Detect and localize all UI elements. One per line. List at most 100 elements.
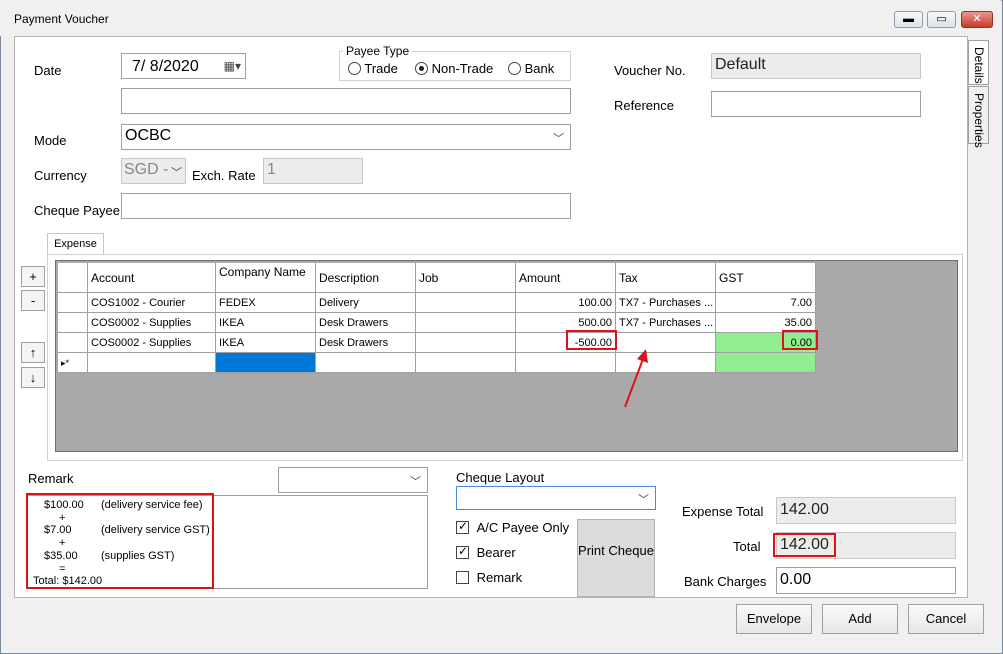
cheque-payee-field[interactable]: [121, 193, 571, 219]
new-cell-gst[interactable]: [716, 353, 816, 373]
header-job[interactable]: Job: [416, 263, 516, 293]
cell-tax[interactable]: TX7 - Purchases ...: [616, 313, 716, 333]
header-gst[interactable]: GST: [716, 263, 816, 293]
cell-job[interactable]: [416, 333, 516, 353]
exch-rate-label: Exch. Rate: [192, 168, 256, 183]
ac-payee-checkbox[interactable]: A/C Payee Only: [456, 519, 569, 535]
payee-type-trade[interactable]: Trade: [348, 61, 398, 76]
cell-account[interactable]: COS0002 - Supplies: [88, 333, 216, 353]
envelope-button[interactable]: Envelope: [736, 604, 812, 634]
tab-properties-label: Properties: [972, 93, 986, 148]
cell-amount[interactable]: 100.00: [516, 293, 616, 313]
voucher-no-value: Default: [715, 56, 766, 73]
row-header[interactable]: [58, 293, 88, 313]
cell-tax[interactable]: TX7 - Purchases ...: [616, 293, 716, 313]
voucher-no-field[interactable]: Default: [711, 53, 921, 79]
row-header[interactable]: [58, 313, 88, 333]
expense-grid[interactable]: Account Company Name Description Job Amo…: [55, 260, 958, 452]
bearer-check[interactable]: [456, 544, 469, 559]
header-amount[interactable]: Amount: [516, 263, 616, 293]
bearer-checkbox[interactable]: Bearer: [456, 544, 516, 560]
new-row-marker[interactable]: ▸*: [58, 353, 88, 373]
maximize-button[interactable]: ▭: [927, 11, 956, 28]
chevron-down-icon: ﹀: [553, 133, 564, 145]
add-button[interactable]: Add: [822, 604, 898, 634]
radio-bank[interactable]: [508, 62, 521, 75]
date-label: Date: [34, 63, 62, 78]
tab-properties[interactable]: Properties: [968, 86, 989, 148]
reference-field[interactable]: [711, 91, 921, 117]
chevron-down-icon: ﹀: [638, 494, 649, 506]
highlight-amount: [566, 330, 617, 350]
remove-row-button[interactable]: -: [21, 290, 45, 311]
new-cell-amount[interactable]: [516, 353, 616, 373]
payee-type-non-trade[interactable]: Non-Trade: [415, 61, 493, 76]
new-cell-job[interactable]: [416, 353, 516, 373]
remark-line: (delivery service fee): [101, 499, 203, 511]
payee-name-field[interactable]: [121, 88, 571, 114]
radio-trade-label: Trade: [364, 61, 398, 76]
cell-description[interactable]: Desk Drawers: [316, 333, 416, 353]
exch-rate-field[interactable]: 1: [263, 158, 363, 184]
total-label: Total: [733, 539, 761, 554]
cheque-layout-select[interactable]: ﹀: [456, 486, 656, 510]
cell-job[interactable]: [416, 293, 516, 313]
payee-type-legend: Payee Type: [343, 44, 413, 58]
red-arrow-icon: [624, 349, 648, 408]
cancel-button[interactable]: Cancel: [908, 604, 984, 634]
currency-label: Currency: [34, 168, 87, 183]
remark-checkbox[interactable]: Remark: [456, 570, 522, 585]
chevron-down-icon: ﹀: [171, 167, 182, 179]
exch-rate-value: 1: [267, 161, 276, 178]
minimize-button[interactable]: ▬: [894, 11, 923, 28]
date-picker[interactable]: 7/ 8/2020 ▦▾: [121, 53, 246, 79]
expense-total-label: Expense Total: [682, 504, 764, 519]
radio-non-trade[interactable]: [415, 62, 428, 75]
cell-company[interactable]: IKEA: [216, 313, 316, 333]
remark-line: (delivery service GST): [101, 524, 210, 536]
radio-trade[interactable]: [348, 62, 361, 75]
new-cell-company-selected[interactable]: [216, 353, 316, 373]
cell-gst[interactable]: 7.00: [716, 293, 816, 313]
remark-check[interactable]: [456, 571, 469, 584]
cell-description[interactable]: Desk Drawers: [316, 313, 416, 333]
grid-corner: [58, 263, 88, 293]
cell-description[interactable]: Delivery: [316, 293, 416, 313]
add-row-button[interactable]: +: [21, 266, 45, 287]
tab-details[interactable]: Details: [968, 40, 989, 85]
expense-total-field[interactable]: 142.00: [776, 497, 956, 524]
header-description[interactable]: Description: [316, 263, 416, 293]
payee-type-bank[interactable]: Bank: [508, 61, 554, 76]
bank-charges-field[interactable]: 0.00: [776, 567, 956, 594]
header-tax[interactable]: Tax: [616, 263, 716, 293]
cell-job[interactable]: [416, 313, 516, 333]
remark-select[interactable]: ﹀: [278, 467, 428, 493]
date-value: 7/ 8/2020: [132, 58, 199, 75]
cell-account[interactable]: COS1002 - Courier: [88, 293, 216, 313]
cell-company[interactable]: IKEA: [216, 333, 316, 353]
cell-account[interactable]: COS0002 - Supplies: [88, 313, 216, 333]
header-company-name[interactable]: Company Name: [216, 263, 316, 293]
cheque-payee-label: Cheque Payee: [34, 203, 121, 218]
ac-payee-check[interactable]: [456, 519, 469, 534]
new-cell-description[interactable]: [316, 353, 416, 373]
currency-select[interactable]: SGD - ﹀: [121, 158, 186, 184]
move-down-button[interactable]: ↓: [21, 367, 45, 388]
cell-company[interactable]: FEDEX: [216, 293, 316, 313]
mode-select[interactable]: OCBC ﹀: [121, 124, 571, 150]
remark-check-label: Remark: [476, 570, 523, 585]
bank-charges-value: 0.00: [780, 571, 812, 588]
move-up-button[interactable]: ↑: [21, 342, 45, 363]
header-account[interactable]: Account: [88, 263, 216, 293]
print-cheque-button[interactable]: Print Cheque: [577, 519, 655, 597]
remark-line: $100.00: [44, 499, 84, 511]
calendar-icon[interactable]: ▦▾: [224, 59, 241, 73]
close-button[interactable]: ✕: [961, 11, 993, 28]
tab-expense[interactable]: Expense: [47, 233, 104, 255]
title-bar: Payment Voucher ▬ ▭ ✕: [0, 0, 1001, 36]
radio-bank-label: Bank: [524, 61, 555, 76]
voucher-no-label: Voucher No.: [614, 63, 686, 78]
new-cell-account[interactable]: [88, 353, 216, 373]
row-header[interactable]: [58, 333, 88, 353]
radio-non-trade-label: Non-Trade: [431, 61, 494, 76]
